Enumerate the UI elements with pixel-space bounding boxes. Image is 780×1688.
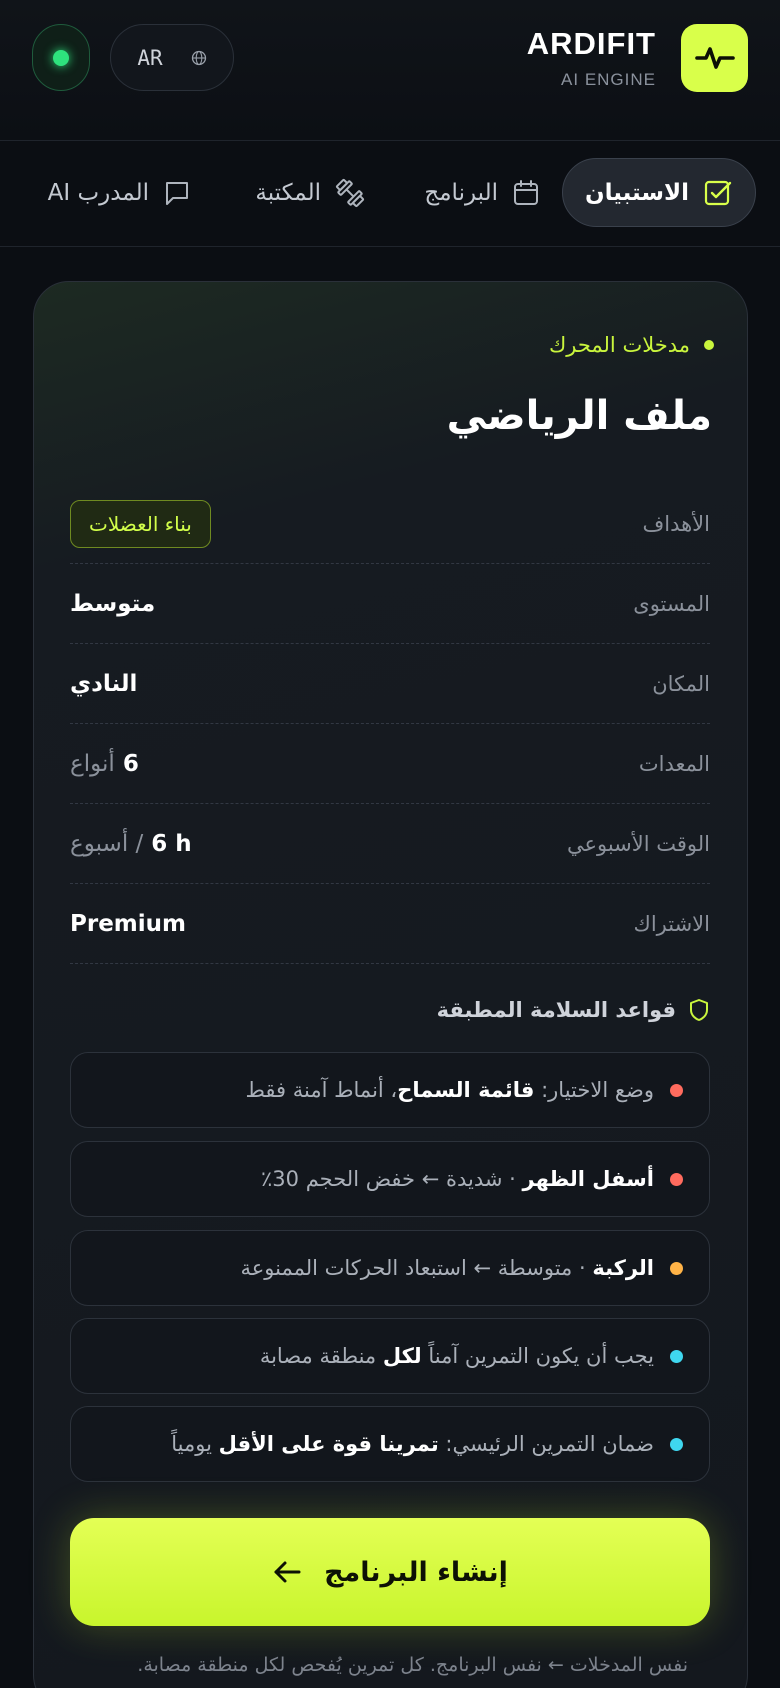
row-label: الاشتراك <box>633 911 710 936</box>
calendar-icon <box>512 179 540 207</box>
cta-label: إنشاء البرنامج <box>324 1556 508 1588</box>
dumbbell-icon <box>335 178 365 208</box>
severity-dot <box>670 1083 683 1097</box>
generate-program-button[interactable]: إنشاء البرنامج <box>70 1518 710 1626</box>
equipment-unit: أنواع <box>70 750 115 777</box>
row-label: المكان <box>652 671 710 696</box>
card-title: ملف الرياضي <box>446 393 712 439</box>
app-header: ARDIFIT AI ENGINE AR <box>0 0 780 141</box>
rule-text: الركبة · متوسطة ← استبعاد الحركات الممنو… <box>240 1256 654 1280</box>
status-dot <box>53 49 69 66</box>
row-label: المعدات <box>638 751 710 776</box>
globe-icon <box>191 50 206 65</box>
row-value: متوسط <box>70 590 156 617</box>
brand-name: ARDIFIT <box>526 26 656 61</box>
checkbox-icon <box>703 178 733 208</box>
tab-ai-coach[interactable]: المدرب AI <box>48 158 191 227</box>
tab-label: البرنامج <box>424 179 498 206</box>
pulse-icon <box>694 47 735 69</box>
row-level: المستوى متوسط <box>70 564 710 644</box>
safety-rule: وضع الاختيار: قائمة السماح، أنماط آمنة ف… <box>70 1052 710 1128</box>
row-label: المستوى <box>633 591 710 616</box>
safety-rule: أسفل الظهر · شديدة ← خفض الحجم 30٪ <box>70 1141 710 1217</box>
brand-subtitle: AI ENGINE <box>561 70 656 89</box>
row-value: النادي <box>70 670 138 697</box>
main-tabs: الاستبيان البرنامج المكتبة المدرب AI <box>0 141 780 247</box>
severity-dot <box>670 1261 683 1275</box>
tab-questionnaire[interactable]: الاستبيان <box>561 158 756 227</box>
chat-icon <box>163 179 191 207</box>
row-location: المكان النادي <box>70 644 710 724</box>
row-equipment: المعدات 6 أنواع <box>70 724 710 804</box>
language-code: AR <box>137 45 163 70</box>
status-indicator-button[interactable] <box>32 24 90 91</box>
row-label: الأهداف <box>642 511 710 536</box>
row-label: الوقت الأسبوعي <box>566 831 710 856</box>
tab-library[interactable]: المكتبة <box>255 158 365 227</box>
tab-label: المدرب AI <box>47 179 149 206</box>
row-subscription: الاشتراك Premium <box>70 884 710 964</box>
brand: ARDIFIT AI ENGINE <box>527 26 656 90</box>
tab-label: الاستبيان <box>584 179 689 206</box>
safety-rule: الركبة · متوسطة ← استبعاد الحركات الممنو… <box>70 1230 710 1306</box>
safety-rules-heading: قواعد السلامة المطبقة <box>437 998 710 1022</box>
app-logo[interactable] <box>681 24 748 92</box>
section-label-text: مدخلات المحرك <box>548 333 690 357</box>
accent-dot <box>704 340 714 350</box>
severity-dot <box>670 1437 683 1451</box>
footnote: نفس المدخلات ← نفس البرنامج. كل تمرين يُ… <box>137 1654 688 1676</box>
rule-text: وضع الاختيار: قائمة السماح، أنماط آمنة ف… <box>245 1078 654 1102</box>
equipment-count: 6 <box>122 750 139 777</box>
shield-icon <box>690 999 708 1021</box>
arrow-left-icon <box>274 1561 301 1583</box>
severity-dot <box>670 1349 683 1363</box>
severity-dot <box>670 1172 683 1186</box>
goal-badge[interactable]: بناء العضلات <box>70 499 211 548</box>
row-value: 6 أنواع <box>70 751 139 777</box>
safety-heading-text: قواعد السلامة المطبقة <box>436 998 676 1022</box>
row-weekly-time: الوقت الأسبوعي 6 h / أسبوع <box>70 804 710 884</box>
weekly-hours: 6 h <box>151 830 192 857</box>
rule-text: ضمان التمرين الرئيسي: تمرينا قوة على الأ… <box>171 1432 654 1456</box>
row-value: Premium <box>70 910 186 937</box>
weekly-unit: / أسبوع <box>70 830 144 857</box>
safety-rule: ضمان التمرين الرئيسي: تمرينا قوة على الأ… <box>70 1406 710 1482</box>
rule-text: أسفل الظهر · شديدة ← خفض الحجم 30٪ <box>261 1167 654 1191</box>
rule-text: يجب أن يكون التمرين آمناً لكل منطقة مصاب… <box>259 1344 654 1368</box>
engine-inputs-label: مدخلات المحرك <box>549 333 714 357</box>
tab-label: المكتبة <box>255 179 321 206</box>
tab-program[interactable]: البرنامج <box>424 158 540 227</box>
safety-rule: يجب أن يكون التمرين آمناً لكل منطقة مصاب… <box>70 1318 710 1394</box>
language-switch-button[interactable]: AR <box>110 24 234 91</box>
row-goals: الأهداف بناء العضلات <box>70 484 710 564</box>
row-value: 6 h / أسبوع <box>70 831 192 857</box>
